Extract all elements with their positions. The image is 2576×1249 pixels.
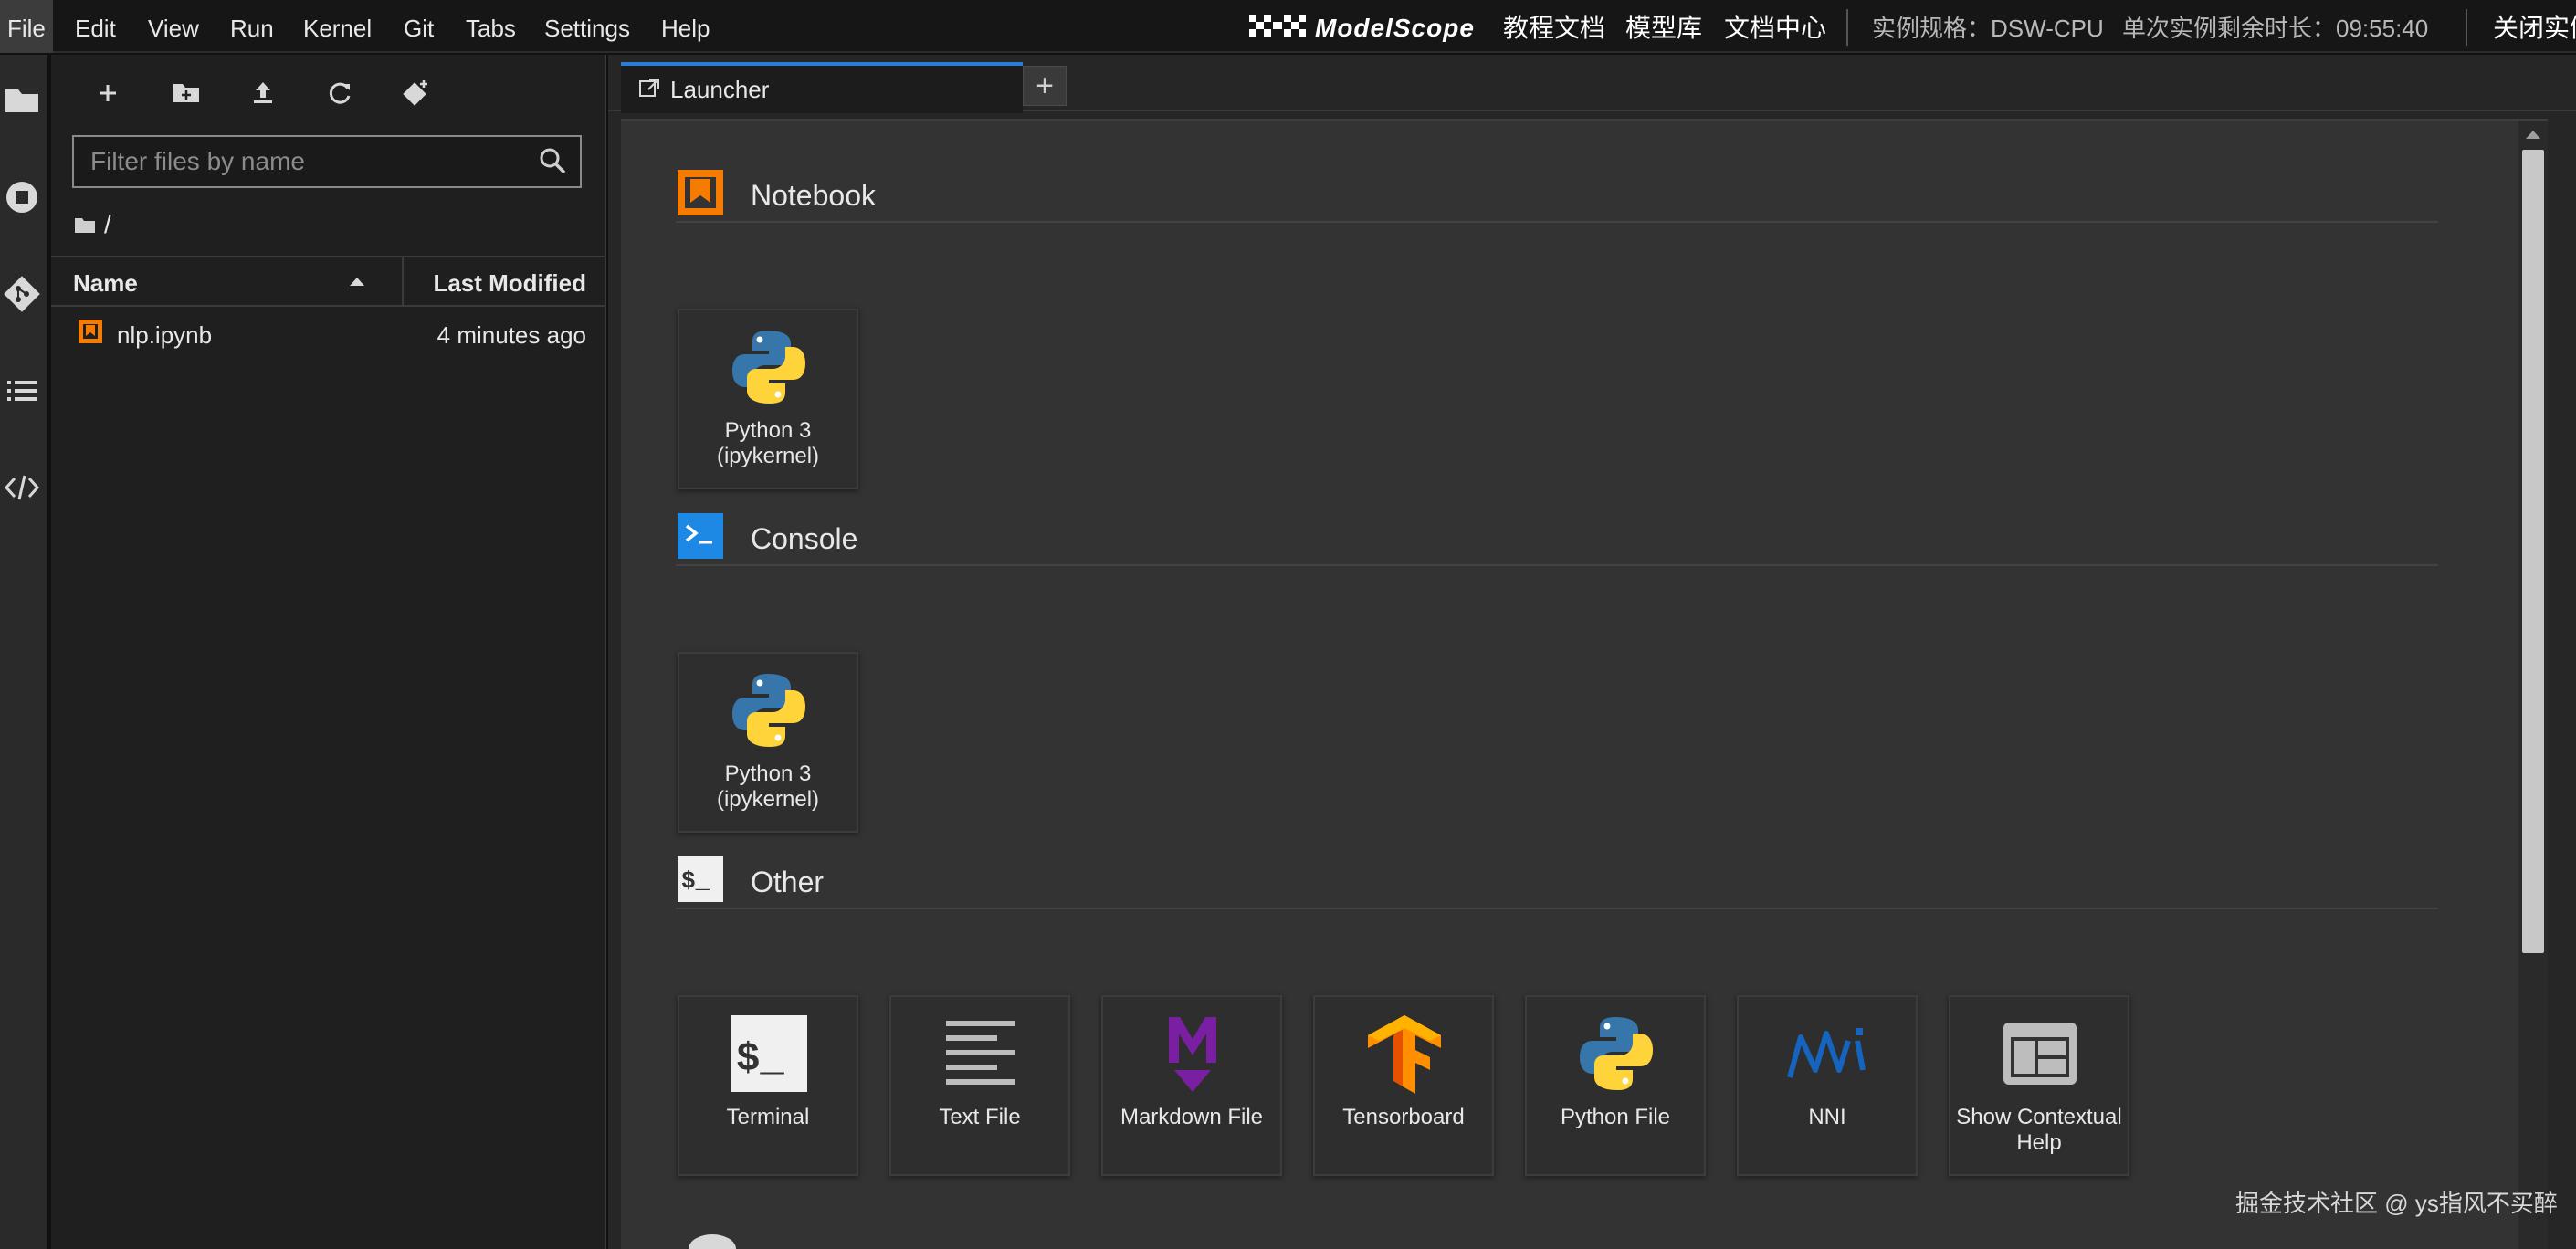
python-icon [725,666,813,754]
column-divider[interactable] [402,257,404,305]
card-label-text: Python 3 (ipykernel) [716,761,820,812]
tab-label: Launcher [670,76,770,103]
extension-icon[interactable] [2,467,42,508]
menu-run[interactable]: Run [223,0,281,53]
name-column-header[interactable]: Name [73,257,138,305]
menu-view[interactable]: View [141,0,206,53]
file-browser: / Name Last Modified nlp.ipynb 4 minutes… [51,55,606,1249]
launcher-icon [639,79,659,97]
card-label: Python 3 (ipykernel) [683,418,853,469]
text-file-card[interactable]: Text File [889,995,1070,1176]
card-label: Show Contextual Help [1956,1105,2122,1155]
tutorial-link[interactable]: 教程文档 [1503,0,1605,53]
tensorboard-card[interactable]: Tensorboard [1313,995,1494,1176]
sort-ascending-icon[interactable] [349,276,365,287]
markdown-file-card[interactable]: Markdown File [1101,995,1282,1176]
breadcrumb-root[interactable]: / [104,210,111,239]
instance-spec: 实例规格：DSW-CPU [1872,15,2104,42]
card-label: Tensorboard [1342,1105,1465,1129]
close-instance-button[interactable]: 关闭实例 [2493,0,2576,53]
breadcrumb: / [75,206,111,243]
text-file-icon [937,1010,1025,1097]
card-label: NNI [1808,1105,1846,1129]
notebook-python3-card[interactable]: Python 3 (ipykernel) [678,309,858,489]
launcher-panel: Notebook Python 3 (ipykernel) Console Py… [621,119,2548,1249]
tab-launcher[interactable]: Launcher [621,62,1023,113]
menu-settings[interactable]: Settings [537,0,637,53]
doc-center-link[interactable]: 文档中心 [1724,0,1826,53]
nni-icon [1784,1010,1872,1097]
terminal-icon: $_ [725,1010,813,1097]
brand-name[interactable]: ModelScope [1315,0,1475,53]
svg-text:$_: $_ [736,1037,784,1083]
model-hub-link[interactable]: 模型库 [1625,0,1702,53]
card-label: Text File [939,1105,1021,1129]
git-clone-icon[interactable] [396,73,436,113]
python-icon [1572,1010,1660,1097]
running-icon[interactable] [2,177,42,217]
new-folder-icon[interactable] [166,73,206,113]
refresh-icon[interactable] [320,73,360,113]
next-section-icon [689,1234,736,1249]
file-modified: 4 minutes ago [436,321,586,349]
console-python3-card[interactable]: Python 3 (ipykernel) [678,652,858,833]
card-label-text: Python 3 (ipykernel) [716,418,820,468]
section-title: Other [751,866,825,898]
watermark: 掘金技术社区 @ ys指风不买醉 [2235,1190,2558,1217]
scroll-thumb[interactable] [2522,150,2544,953]
other-section-icon: $_ [678,856,723,902]
menu-edit[interactable]: Edit [68,0,123,53]
folder-icon[interactable] [2,80,42,121]
upload-icon[interactable] [243,73,283,113]
top-divider [2466,9,2467,46]
new-launcher-icon[interactable] [88,73,128,113]
markdown-icon [1149,1010,1236,1097]
toc-icon[interactable] [2,371,42,411]
folder-icon[interactable] [75,216,95,233]
file-list-header: Name Last Modified [51,256,606,307]
scroll-up-icon[interactable] [2524,128,2542,141]
menu-kernel[interactable]: Kernel [296,0,379,53]
filter-files-field [72,135,582,188]
svg-text:$_: $_ [681,867,710,895]
notebook-icon [79,320,102,343]
launcher-scrollbar[interactable] [2518,121,2548,1249]
filter-files-input[interactable] [74,137,531,186]
menu-tabs[interactable]: Tabs [458,0,523,53]
instance-remaining-time: 单次实例剩余时长：09:55:40 [2122,15,2429,42]
new-tab-button[interactable]: + [1023,66,1067,106]
menu-file[interactable]: File [0,0,53,53]
contextual-help-card[interactable]: Show Contextual Help [1949,995,2129,1176]
tensorboard-icon [1361,1010,1448,1097]
main-area: Launcher + Notebook Python 3 (ipykernel)… [608,55,2576,1249]
file-name[interactable]: nlp.ipynb [117,310,212,356]
menu-help[interactable]: Help [654,0,717,53]
card-label: Python File [1560,1105,1671,1129]
git-icon[interactable] [2,274,42,314]
tab-bar: Launcher + [608,55,2576,113]
section-title: Console [751,522,858,555]
modelscope-logo-icon[interactable] [1249,9,1306,44]
card-label: Terminal [726,1105,810,1129]
console-section-header: Console [676,511,2438,566]
notebook-section-icon [678,170,723,215]
card-label: Python 3 (ipykernel) [683,761,853,813]
search-icon[interactable] [536,144,571,179]
console-section-icon [678,513,723,559]
notebook-section-header: Notebook [676,168,2438,223]
nni-card[interactable]: NNI [1737,995,1918,1176]
python-file-card[interactable]: Python File [1525,995,1706,1176]
contextual-help-icon [1996,1010,2084,1097]
file-row[interactable]: nlp.ipynb 4 minutes ago [51,310,606,356]
menu-git[interactable]: Git [396,0,441,53]
terminal-card[interactable]: $_ Terminal [678,995,858,1176]
top-divider [1846,9,1848,46]
other-section-header: $_ Other [676,855,2438,909]
card-label: Markdown File [1120,1105,1264,1129]
section-title: Notebook [751,179,876,212]
python-icon [725,323,813,411]
last-modified-column-header[interactable]: Last Modified [433,257,586,305]
menubar: File Edit View Run Kernel Git Tabs Setti… [0,0,2576,53]
activity-bar [0,55,49,1249]
